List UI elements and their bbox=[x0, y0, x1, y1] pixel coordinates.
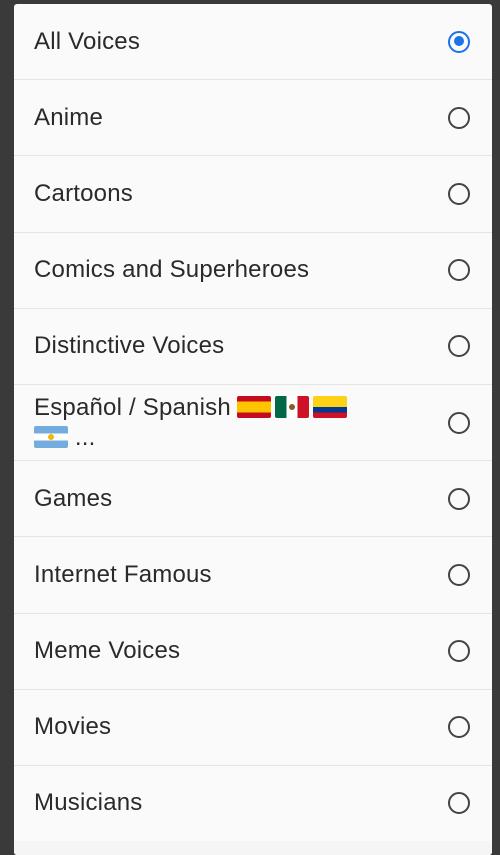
option-cartoons[interactable]: Cartoons bbox=[14, 156, 492, 233]
option-distinctive-voices[interactable]: Distinctive Voices bbox=[14, 309, 492, 385]
option-all-voices[interactable]: All Voices bbox=[14, 4, 492, 81]
radio-unselected-icon[interactable] bbox=[448, 411, 470, 434]
option-label: Musicians bbox=[34, 789, 143, 817]
option-label: Distinctive Voices bbox=[34, 332, 225, 360]
radio-unselected-icon[interactable] bbox=[448, 335, 470, 358]
option-label: Comics and Superheroes bbox=[34, 256, 310, 284]
radio-unselected-icon[interactable] bbox=[448, 563, 470, 586]
option-anime[interactable]: Anime bbox=[14, 80, 492, 157]
radio-selected-icon[interactable] bbox=[448, 30, 470, 53]
radio-unselected-icon[interactable] bbox=[448, 487, 470, 510]
radio-unselected-icon[interactable] bbox=[448, 792, 470, 815]
option-label: Anime bbox=[34, 103, 104, 131]
option-label: Meme Voices bbox=[34, 637, 181, 665]
radio-unselected-icon[interactable] bbox=[448, 716, 470, 739]
option-label: Español / Spanish bbox=[34, 393, 231, 421]
next-option-partial bbox=[14, 841, 492, 855]
option-movies[interactable]: Movies bbox=[14, 690, 492, 766]
mexico-flag-icon bbox=[274, 395, 309, 418]
option-games[interactable]: Games bbox=[14, 461, 492, 538]
option-label: Movies bbox=[34, 713, 112, 741]
radio-unselected-icon[interactable] bbox=[448, 106, 470, 129]
screen: All Voices Anime Cartoons Comics and Sup… bbox=[0, 0, 500, 855]
voice-category-dialog: All Voices Anime Cartoons Comics and Sup… bbox=[14, 4, 492, 855]
option-meme-voices[interactable]: Meme Voices bbox=[14, 614, 492, 690]
colombia-flag-icon bbox=[312, 395, 347, 418]
option-label: All Voices bbox=[34, 27, 141, 55]
option-musicians[interactable]: Musicians bbox=[14, 766, 492, 843]
option-label: Games bbox=[34, 484, 113, 512]
option-label-wrapper: Español / Spanish ... bbox=[34, 393, 412, 453]
radio-unselected-icon[interactable] bbox=[448, 259, 470, 282]
option-label-ellipsis: ... bbox=[74, 423, 96, 451]
option-comics-and-superheroes[interactable]: Comics and Superheroes bbox=[14, 233, 492, 309]
argentina-flag-icon bbox=[34, 425, 68, 448]
option-label: Cartoons bbox=[34, 179, 133, 207]
spain-flag-icon bbox=[236, 395, 271, 418]
radio-unselected-icon[interactable] bbox=[448, 182, 470, 205]
option-internet-famous[interactable]: Internet Famous bbox=[14, 537, 492, 614]
radio-unselected-icon[interactable] bbox=[448, 640, 470, 663]
option-label: Internet Famous bbox=[34, 560, 212, 588]
option-espanol-spanish[interactable]: Español / Spanish ... bbox=[14, 385, 492, 462]
